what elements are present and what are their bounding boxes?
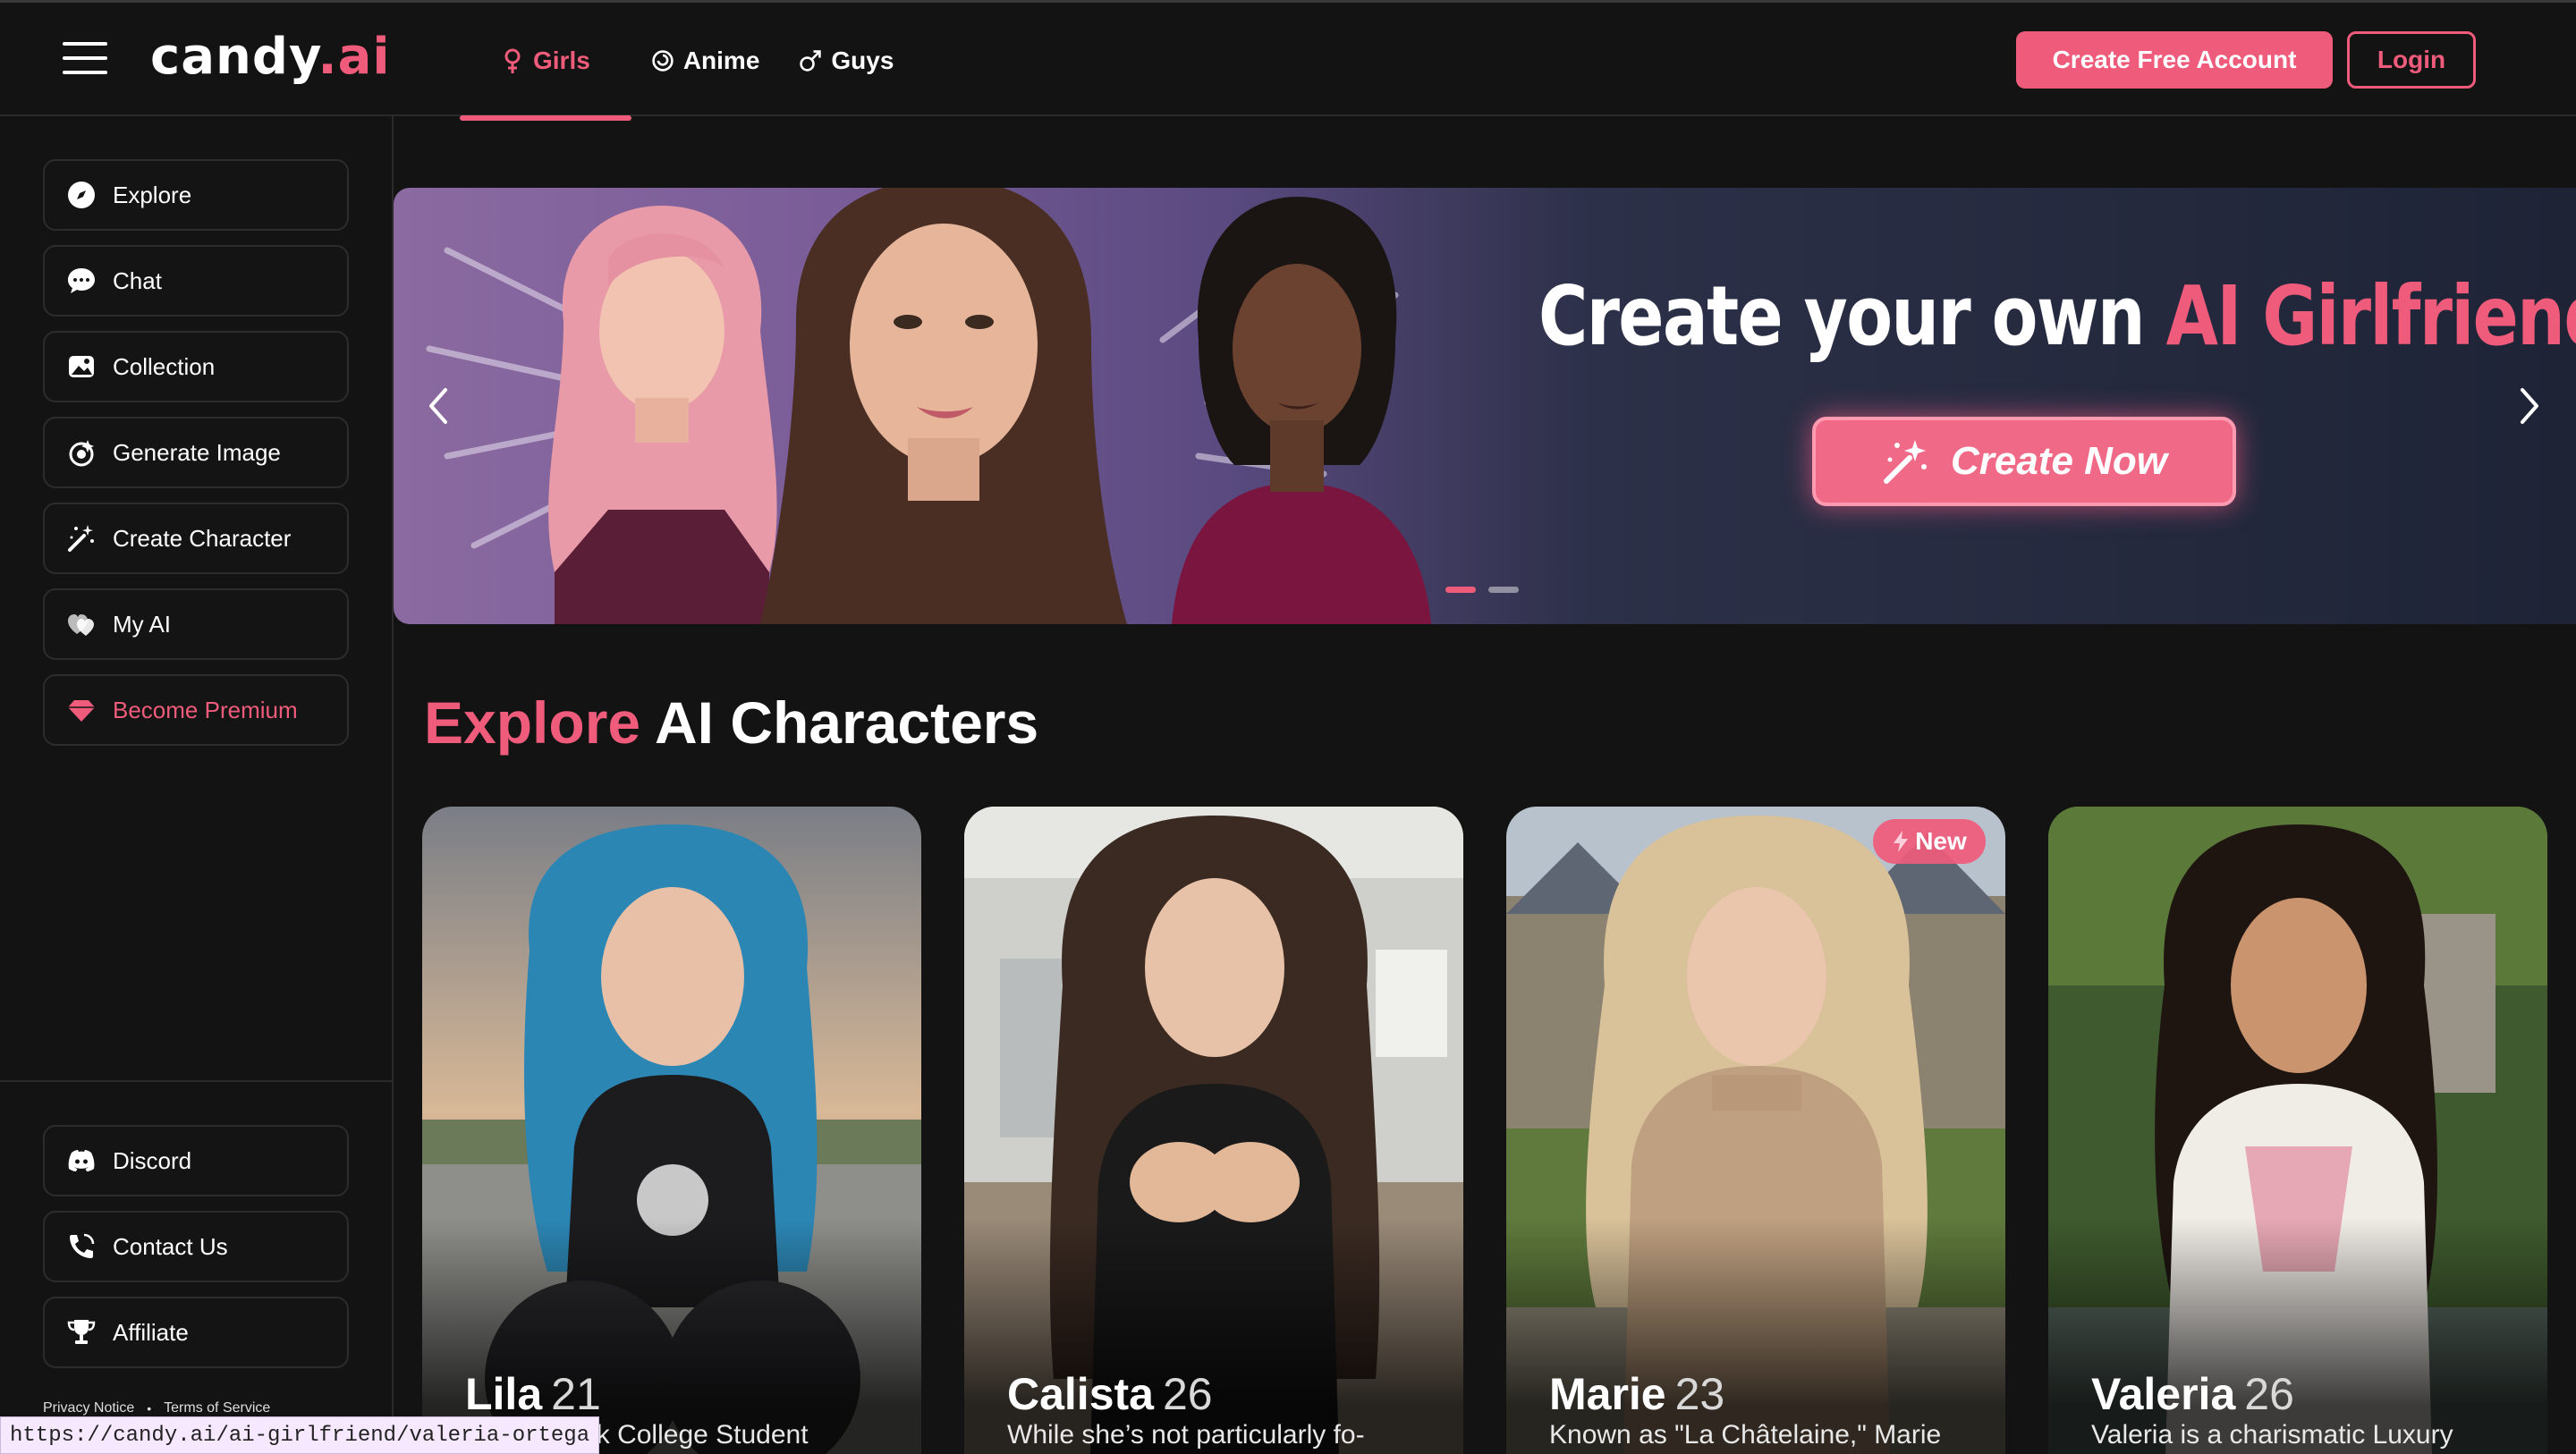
phone-icon xyxy=(70,1233,95,1258)
sidebar-item-label: My AI xyxy=(113,610,172,638)
character-card[interactable]: Calista 26 While she’s not particularly f… xyxy=(964,807,1463,1454)
carousel-dot[interactable] xyxy=(1445,587,1476,593)
diamond-icon xyxy=(68,700,95,722)
sidebar-item-contact-us[interactable]: Contact Us xyxy=(43,1211,349,1282)
discord-icon xyxy=(68,1150,95,1171)
hero-banner[interactable]: Create your own AI Girlfriend Create Now xyxy=(394,188,2576,624)
character-name-text: Lila xyxy=(465,1369,543,1419)
create-now-label: Create Now xyxy=(1950,439,2168,483)
character-description: Valeria is a charismatic Luxury xyxy=(2091,1420,2453,1450)
sidebar-item-chat[interactable]: Chat xyxy=(43,245,349,317)
tab-label: Girls xyxy=(533,46,590,74)
logo-text: candy xyxy=(150,28,318,86)
portrait-center xyxy=(760,188,1127,624)
sidebar-item-create-character[interactable]: Create Character xyxy=(43,503,349,574)
sidebar-item-affiliate[interactable]: Affiliate xyxy=(43,1297,349,1368)
login-button[interactable]: Login xyxy=(2347,31,2476,89)
section-title-accent: Explore xyxy=(424,689,641,756)
sidebar-divider xyxy=(0,1080,394,1082)
sidebar-item-explore[interactable]: Explore xyxy=(43,159,349,231)
sidebar: Explore Chat Collection Generate Image C… xyxy=(0,116,394,1454)
character-description: Known as "La Châtelaine," Marie xyxy=(1549,1420,1942,1450)
new-badge: New xyxy=(1873,819,1986,864)
terms-of-service-link[interactable]: Terms of Service xyxy=(164,1400,270,1416)
character-name-text: Marie xyxy=(1549,1369,1666,1419)
tab-anime[interactable]: Anime xyxy=(631,3,780,119)
character-card[interactable]: Valeria 26 Valeria is a charismatic Luxur… xyxy=(2048,807,2547,1454)
compass-icon xyxy=(68,182,95,208)
chevron-left-icon[interactable] xyxy=(420,379,456,433)
new-badge-label: New xyxy=(1915,827,1967,855)
image-generate-icon xyxy=(69,440,94,467)
magic-wand-icon xyxy=(68,525,94,552)
sidebar-item-generate-image[interactable]: Generate Image xyxy=(43,417,349,488)
hero-title-accent: AI Girlfriend xyxy=(2165,268,2576,364)
hearts-icon xyxy=(68,614,94,636)
privacy-notice-link[interactable]: Privacy Notice xyxy=(43,1400,134,1416)
sidebar-item-become-premium[interactable]: Become Premium xyxy=(43,674,349,746)
status-bar-url: https://candy.ai/ai-girlfriend/valeria-o… xyxy=(0,1416,600,1454)
sidebar-item-label: Create Character xyxy=(113,524,292,552)
magic-wand-icon xyxy=(1883,440,1927,484)
logo[interactable]: candy.ai xyxy=(150,28,391,86)
section-title: Explore AI Characters xyxy=(424,689,1038,757)
sidebar-item-label: Affiliate xyxy=(113,1318,189,1346)
tab-label: Anime xyxy=(682,46,760,74)
sidebar-item-label: Explore xyxy=(113,181,192,208)
image-gallery-icon xyxy=(69,356,94,377)
character-description: While she’s not particularly fo- xyxy=(1007,1420,1365,1450)
category-tabs: Girls Anime Guys xyxy=(460,3,913,121)
tab-girls[interactable]: Girls xyxy=(460,3,631,121)
tab-label: Guys xyxy=(831,46,894,74)
character-name: Calista 26 xyxy=(1007,1368,1213,1420)
character-name: Valeria 26 xyxy=(2091,1368,2294,1420)
sidebar-item-label: Discord xyxy=(113,1146,192,1174)
top-bar: candy.ai Girls Anime Guys Create Free Ac… xyxy=(0,0,2576,121)
section-title-rest: AI Characters xyxy=(654,689,1039,756)
tab-guys[interactable]: Guys xyxy=(779,3,913,119)
carousel-dot[interactable] xyxy=(1488,587,1519,593)
sidebar-item-label: Become Premium xyxy=(113,696,298,723)
character-name-text: Valeria xyxy=(2091,1369,2236,1419)
hero-title: Create your own AI Girlfriend xyxy=(1538,268,2576,364)
sidebar-item-label: Contact Us xyxy=(113,1232,228,1260)
character-name: Lila 21 xyxy=(465,1368,601,1420)
legal-links: Privacy Notice • Terms of Service xyxy=(43,1400,270,1416)
character-age: 26 xyxy=(2244,1369,2294,1419)
carousel-indicators xyxy=(1445,587,1519,593)
legal-separator: • xyxy=(147,1401,152,1416)
hero-title-white: Create your own xyxy=(1538,268,2146,364)
portrait-dark-hair xyxy=(1172,197,1431,624)
character-age: 26 xyxy=(1162,1369,1213,1419)
character-age: 23 xyxy=(1674,1369,1725,1419)
trophy-icon xyxy=(67,1320,96,1344)
sidebar-item-collection[interactable]: Collection xyxy=(43,331,349,402)
character-card[interactable]: Lila 21 Gothic-punk College Student xyxy=(422,807,921,1454)
sidebar-item-discord[interactable]: Discord xyxy=(43,1125,349,1196)
create-now-button[interactable]: Create Now xyxy=(1812,417,2236,506)
character-name-text: Calista xyxy=(1007,1369,1154,1419)
menu-icon[interactable] xyxy=(63,42,107,74)
chevron-right-icon[interactable] xyxy=(2512,379,2547,433)
lightning-icon xyxy=(1894,831,1909,852)
create-account-button[interactable]: Create Free Account xyxy=(2016,31,2333,89)
sidebar-item-label: Collection xyxy=(113,352,216,380)
anime-swirl-icon xyxy=(652,50,674,72)
character-name: Marie 23 xyxy=(1549,1368,1724,1420)
female-icon xyxy=(504,48,521,73)
sidebar-item-label: Generate Image xyxy=(113,438,281,466)
sidebar-item-my-ai[interactable]: My AI xyxy=(43,588,349,660)
character-card[interactable]: New Marie 23 Known as "La Châtelaine," Ma… xyxy=(1506,807,2005,1454)
sidebar-item-label: Chat xyxy=(113,266,162,294)
chat-bubble-icon xyxy=(68,268,95,293)
male-icon xyxy=(800,50,822,72)
character-age: 21 xyxy=(551,1369,601,1419)
logo-dot: .ai xyxy=(318,28,391,86)
